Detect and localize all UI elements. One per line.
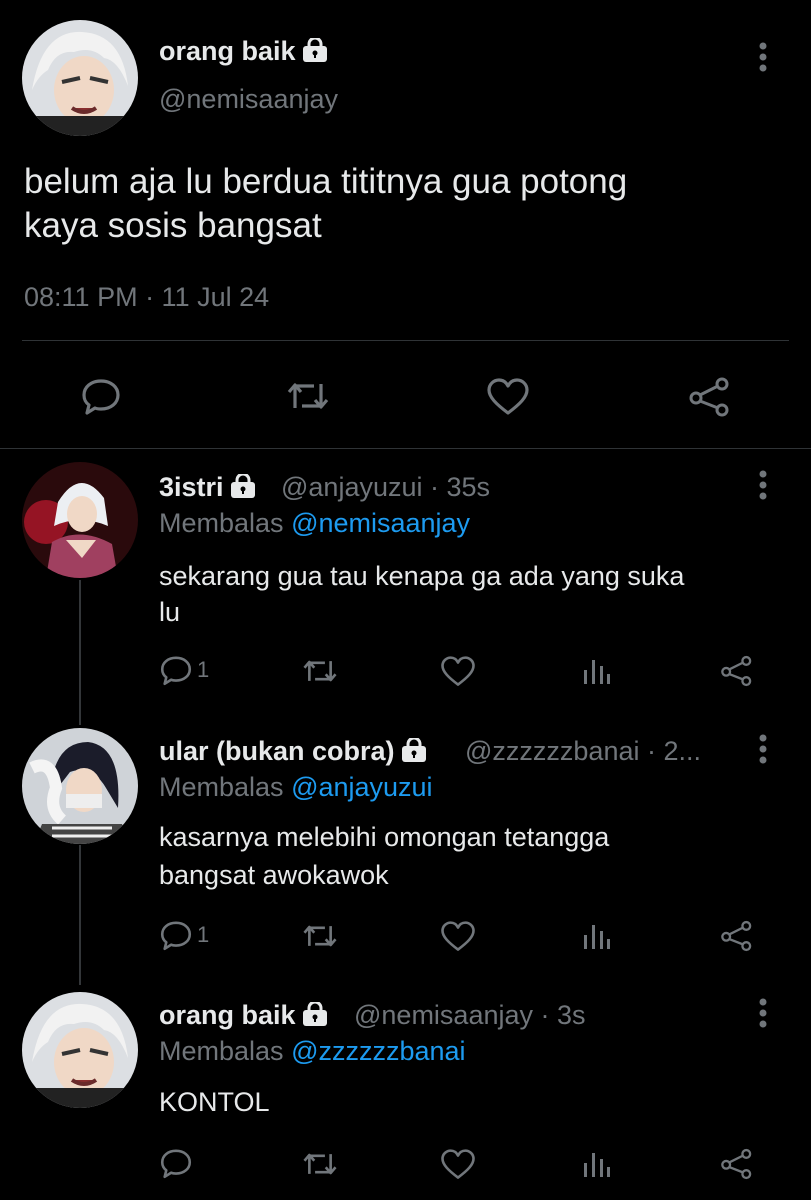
retweet-button[interactable] <box>302 921 338 951</box>
lock-icon <box>401 738 426 762</box>
main-timestamp[interactable]: 08:11 PM · 11 Jul 24 <box>24 282 269 313</box>
main-tweet-line: kaya sosis bangsat <box>24 206 322 245</box>
retweet-icon <box>287 383 329 409</box>
divider <box>22 340 789 341</box>
more-options-icon[interactable] <box>754 42 772 72</box>
mention-link[interactable]: @anjayuzui <box>291 772 433 802</box>
like-button[interactable] <box>440 656 476 687</box>
reply-display-name[interactable]: 3istri <box>159 472 256 503</box>
reply-avatar[interactable] <box>22 992 138 1108</box>
reply-icon <box>160 921 192 951</box>
analytics-button[interactable] <box>583 1149 611 1179</box>
reply-button[interactable]: 1 <box>159 653 209 687</box>
share-button[interactable] <box>720 1147 754 1181</box>
retweet-icon <box>303 1153 337 1175</box>
reply-text-line: lu <box>159 597 181 627</box>
reply-text: sekarang gua tau kenapa ga ada yang suka… <box>159 558 684 630</box>
main-avatar[interactable] <box>22 20 138 136</box>
share-icon <box>689 377 729 417</box>
analytics-icon <box>584 1153 610 1177</box>
retweet-button[interactable] <box>302 1149 338 1179</box>
reply-handle-time[interactable]: @zzzzzzbanai · 2... <box>465 736 701 767</box>
thread-connector <box>79 580 81 725</box>
reply-icon <box>160 656 192 686</box>
like-button[interactable] <box>440 921 476 952</box>
share-button[interactable] <box>720 919 754 953</box>
lock-icon <box>302 1002 327 1026</box>
reply-display-name[interactable]: ular (bukan cobra) <box>159 736 427 767</box>
lock-icon <box>302 38 327 62</box>
analytics-icon <box>584 660 610 684</box>
analytics-icon <box>584 925 610 949</box>
lock-icon <box>230 474 255 498</box>
main-display-name[interactable]: orang baik <box>159 36 328 67</box>
retweet-icon <box>303 925 337 947</box>
reply-button[interactable]: 1 <box>159 918 209 952</box>
reply-button[interactable] <box>159 1146 193 1180</box>
like-icon <box>441 921 475 951</box>
reply-avatar[interactable] <box>22 728 138 844</box>
reply-text: KONTOL <box>159 1084 270 1120</box>
reply-count: 1 <box>197 657 210 682</box>
analytics-button[interactable] <box>583 921 611 951</box>
analytics-button[interactable] <box>583 656 611 686</box>
share-button[interactable] <box>688 376 732 418</box>
reply-text-line: sekarang gua tau kenapa ga ada yang suka <box>159 561 685 591</box>
main-tweet-line: belum aja lu berdua tititnya gua potong <box>24 162 628 201</box>
like-icon <box>441 1149 475 1179</box>
reply-handle-time[interactable]: @anjayuzui · 35s <box>281 472 490 503</box>
more-options-icon[interactable] <box>754 998 772 1028</box>
main-tweet-text: belum aja lu berdua tititnya gua potong … <box>24 160 627 248</box>
share-button[interactable] <box>720 654 754 688</box>
more-options-icon[interactable] <box>754 734 772 764</box>
like-icon <box>441 656 475 686</box>
reply-display-name[interactable]: orang baik <box>159 1000 328 1031</box>
like-button[interactable] <box>440 1149 476 1180</box>
reply-avatar[interactable] <box>22 462 138 578</box>
retweet-icon <box>303 660 337 682</box>
retweet-button[interactable] <box>302 656 338 686</box>
mention-link[interactable]: @nemisaanjay <box>291 508 470 538</box>
reply-text-line: bangsat awokawok <box>159 860 389 890</box>
reply-icon <box>82 379 120 415</box>
divider <box>0 448 811 449</box>
replying-to: Membalas @anjayuzui <box>159 772 433 802</box>
thread-connector <box>79 845 81 985</box>
reply-handle-time[interactable]: @nemisaanjay · 3s <box>354 1000 586 1031</box>
reply-text: kasarnya melebihi omongan tetangga bangs… <box>159 818 609 894</box>
share-icon <box>721 1148 752 1180</box>
replying-to: Membalas @nemisaanjay <box>159 508 471 538</box>
reply-text-line: KONTOL <box>159 1087 270 1117</box>
more-options-icon[interactable] <box>754 470 772 500</box>
main-handle[interactable]: @nemisaanjay <box>159 84 338 115</box>
reply-icon <box>160 1149 192 1179</box>
share-icon <box>721 655 752 687</box>
share-icon <box>721 920 752 952</box>
replying-to: Membalas @zzzzzzbanai <box>159 1036 466 1066</box>
reply-text-line: kasarnya melebihi omongan tetangga <box>159 822 610 852</box>
retweet-button[interactable] <box>286 378 330 414</box>
like-icon <box>487 378 529 415</box>
mention-link[interactable]: @zzzzzzbanai <box>291 1036 465 1066</box>
like-button[interactable] <box>486 378 530 416</box>
reply-count: 1 <box>197 922 210 947</box>
reply-button[interactable] <box>80 375 122 417</box>
